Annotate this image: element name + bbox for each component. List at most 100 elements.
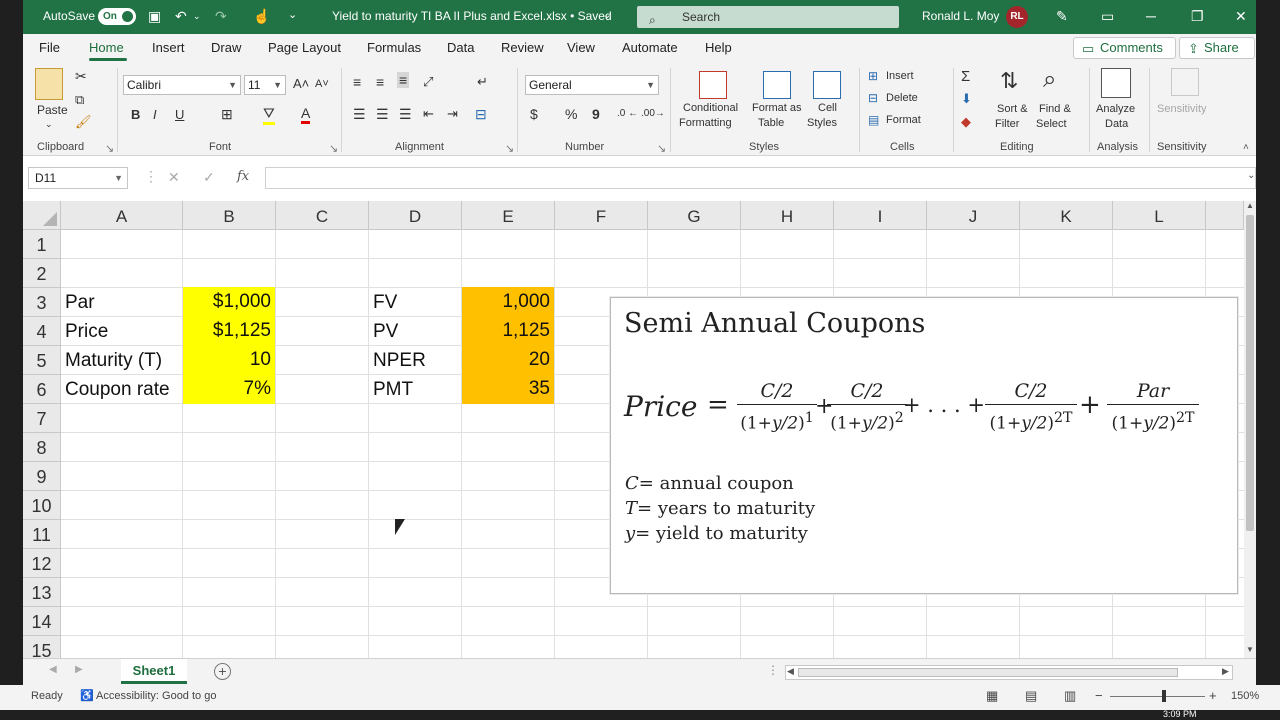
sort-filter-icon[interactable]: ⇅ [1000,68,1018,94]
tab-formulas[interactable]: Formulas [367,40,421,55]
autosum-icon[interactable]: Σ [961,68,970,85]
row-header-10[interactable]: 10 [23,491,61,520]
zoom-out-icon[interactable]: − [1095,688,1103,703]
percent-style-icon[interactable]: % [565,106,577,122]
row-header-9[interactable]: 9 [23,462,61,491]
row-header-11[interactable]: 11 [23,520,61,549]
increase-font-icon[interactable]: A˄ [293,76,309,91]
restore-icon[interactable]: ❐ [1191,8,1204,25]
fill-icon[interactable]: ⬇ [961,91,972,107]
font-color-icon[interactable]: A [301,105,311,124]
tab-view[interactable]: View [567,40,595,55]
scroll-right-icon[interactable]: ▶ [1222,666,1229,677]
row-header-4[interactable]: 4 [23,317,61,346]
cell-e6[interactable]: 35 [462,374,554,404]
collapse-ribbon-icon[interactable]: ˄ [1243,142,1249,153]
cell-b3[interactable]: $1,000 [183,287,275,317]
analyze-data-label-1[interactable]: Analyze [1096,103,1135,115]
sort-filter-label-2[interactable]: Filter [995,118,1019,130]
number-format-select[interactable]: General ▼ [525,75,659,95]
align-right-icon[interactable]: ☰ [399,106,412,123]
sort-filter-label-1[interactable]: Sort & [997,103,1028,115]
scroll-up-icon[interactable]: ▲ [1246,201,1254,210]
column-header-j[interactable]: J [927,201,1020,230]
scroll-down-icon[interactable]: ▼ [1246,645,1254,654]
insert-function-icon[interactable]: fx [237,169,249,184]
enter-icon[interactable]: ✓ [203,169,215,186]
format-as-table-label-2[interactable]: Table [758,117,784,129]
column-header-l[interactable]: L [1113,201,1206,230]
tab-draw[interactable]: Draw [211,40,241,55]
alignment-launcher-icon[interactable]: ↘ [505,142,514,155]
underline-icon[interactable]: U [175,107,184,122]
tab-insert[interactable]: Insert [152,40,185,55]
row-header-2[interactable]: 2 [23,259,61,288]
horizontal-scrollbar[interactable]: ◀ ▶ [785,665,1233,680]
zoom-level[interactable]: 150% [1231,690,1259,702]
middle-align-icon[interactable]: ≡ [376,74,384,90]
next-sheet-icon[interactable]: ▶ [75,664,83,675]
tab-automate[interactable]: Automate [622,40,678,55]
cell-d3[interactable]: FV [369,288,461,317]
cell-styles-label-1[interactable]: Cell [818,102,837,114]
cell-d4[interactable]: PV [369,317,461,346]
zoom-slider-handle[interactable] [1162,690,1166,702]
sheet-tab-sheet1[interactable]: Sheet1 [121,659,187,684]
row-header-12[interactable]: 12 [23,549,61,578]
cell-e4[interactable]: 1,125 [462,316,554,346]
tab-review[interactable]: Review [501,40,544,55]
column-header-k[interactable]: K [1020,201,1113,230]
customize-toolbar-icon[interactable]: ⌄ [288,8,297,21]
cut-icon[interactable]: ✂ [75,68,87,85]
cell-e5[interactable]: 20 [462,345,554,375]
page-break-view-icon[interactable]: ▥ [1064,688,1076,704]
tab-home[interactable]: Home [89,40,124,55]
format-as-table-label-1[interactable]: Format as [752,102,802,114]
delete-cells-button[interactable]: Delete [886,92,918,104]
copy-icon[interactable]: ⧉ [75,92,84,108]
italic-icon[interactable]: I [153,107,157,122]
column-header-g[interactable]: G [648,201,741,230]
decrease-decimal-icon[interactable]: .00→ [641,108,665,119]
cell-a3[interactable]: Par [61,288,182,317]
number-launcher-icon[interactable]: ↘ [657,142,666,155]
column-header-d[interactable]: D [369,201,462,230]
scroll-left-icon[interactable]: ◀ [787,666,794,677]
format-painter-icon[interactable]: 🖌 [75,114,92,130]
row-header-1[interactable]: 1 [23,230,61,259]
cell-styles-icon[interactable] [813,71,841,99]
row-header-3[interactable]: 3 [23,288,61,317]
merge-center-icon[interactable]: ⊟ [475,106,487,123]
delete-cells-icon[interactable]: ⊟ [868,91,878,105]
font-name-select[interactable]: Calibri ▼ [123,75,241,95]
undo-dropdown-icon[interactable]: ⌄ [193,11,201,22]
horizontal-scroll-thumb[interactable] [798,668,1178,677]
cell-a6[interactable]: Coupon rate [61,375,182,404]
decrease-indent-icon[interactable]: ⇤ [423,106,434,122]
cell-b4[interactable]: $1,125 [183,316,275,346]
cell-d6[interactable]: PMT [369,375,461,404]
find-select-label-2[interactable]: Select [1036,118,1067,130]
comma-style-icon[interactable]: 9 [592,106,600,122]
analyze-data-label-2[interactable]: Data [1105,118,1128,130]
cell-b5[interactable]: 10 [183,345,275,375]
minimize-icon[interactable]: ─ [1146,8,1156,24]
column-header-e[interactable]: E [462,201,555,230]
column-header-a[interactable]: A [61,201,183,230]
row-header-14[interactable]: 14 [23,607,61,636]
accessibility-icon[interactable]: ♿ [80,689,94,702]
expand-formula-bar-icon[interactable]: ⌄ [1247,170,1255,181]
tab-page-layout[interactable]: Page Layout [268,40,341,55]
add-sheet-button[interactable]: + [214,663,231,680]
zoom-in-icon[interactable]: + [1209,688,1217,703]
cell-a5[interactable]: Maturity (T) [61,346,182,375]
formula-bar-splitter[interactable]: ⋮ [144,168,158,185]
cell-e3[interactable]: 1,000 [462,287,554,317]
increase-indent-icon[interactable]: ⇥ [447,106,458,122]
sensitivity-button[interactable]: Sensitivity [1157,103,1207,115]
tab-splitter-icon[interactable]: ⋮ [767,663,779,677]
accessibility-status[interactable]: Accessibility: Good to go [96,690,216,702]
normal-view-icon[interactable]: ▦ [986,688,998,704]
prev-sheet-icon[interactable]: ◀ [49,664,57,675]
paste-dropdown-icon[interactable]: ⌄ [45,119,53,130]
